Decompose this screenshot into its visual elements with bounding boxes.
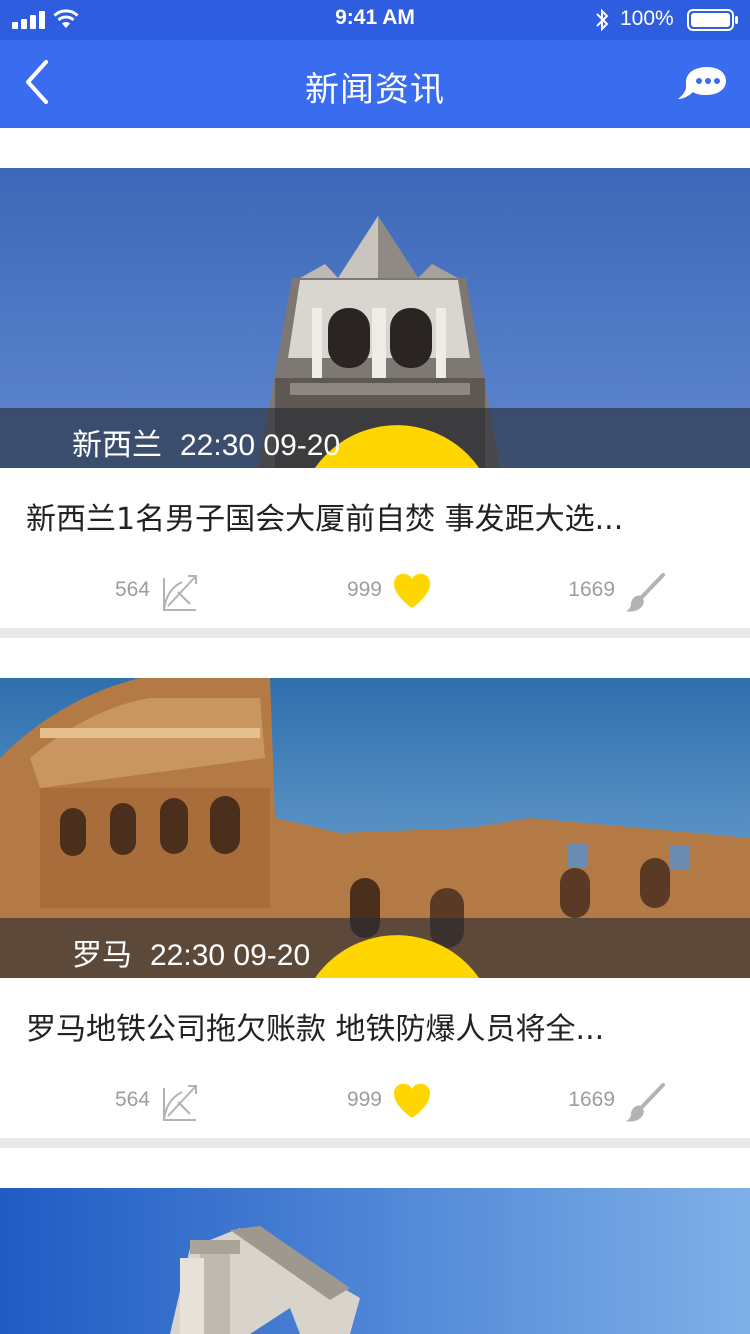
news-card[interactable]: 新西兰 22:30 09-20 新西兰1名男子国会大厦前自焚 事发距大选... 5… [0,128,750,628]
post-time: 22:30 09-20 [150,939,311,972]
brush-icon [626,573,665,612]
page-title: 新闻资讯 [305,70,445,110]
share-arrow-icon [163,1085,197,1121]
comment-count: 1669 [568,1088,615,1111]
bluetooth-icon [596,8,609,32]
news-stats: 564 999 1669 [0,1078,750,1128]
chat-bubble-icon[interactable] [676,64,728,104]
location-label: 新西兰 22:30 09-20 [72,420,340,464]
news-photo: 新西兰 22:30 09-20 [0,168,750,468]
comment-count: 1669 [568,578,615,601]
brush-icon [626,1083,665,1122]
news-stats: 564 999 1669 [0,568,750,618]
battery-percent: 100% [620,7,674,30]
news-headline[interactable]: 罗马地铁公司拖欠账款 地铁防爆人员将全... [26,1004,726,1048]
news-headline[interactable]: 新西兰1名男子国会大厦前自焚 事发距大选... [26,494,726,538]
share-count: 564 [114,578,150,601]
post-time: 22:30 09-20 [180,429,341,462]
news-photo [0,1188,750,1334]
location-overlay: 新西兰 22:30 09-20 [0,408,750,468]
share-arrow-icon [163,575,197,611]
like-count: 999 [346,1088,382,1111]
location-name: 新西兰 [72,428,162,463]
share-count: 564 [114,1088,150,1111]
heart-icon [393,1083,431,1118]
like-count: 999 [346,578,382,601]
nav-bar: 新闻资讯 [0,40,750,128]
status-bar: 9:41 AM 100% [0,0,750,40]
news-card[interactable]: 罗马 22:30 09-20 罗马地铁公司拖欠账款 地铁防爆人员将全... 564… [0,638,750,1138]
location-overlay: 罗马 22:30 09-20 [0,918,750,978]
location-label: 罗马 22:30 09-20 [72,930,310,974]
heart-icon [393,573,431,608]
battery-icon [687,9,738,31]
location-name: 罗马 [72,938,132,973]
news-card[interactable] [0,1148,750,1334]
news-photo: 罗马 22:30 09-20 [0,678,750,978]
